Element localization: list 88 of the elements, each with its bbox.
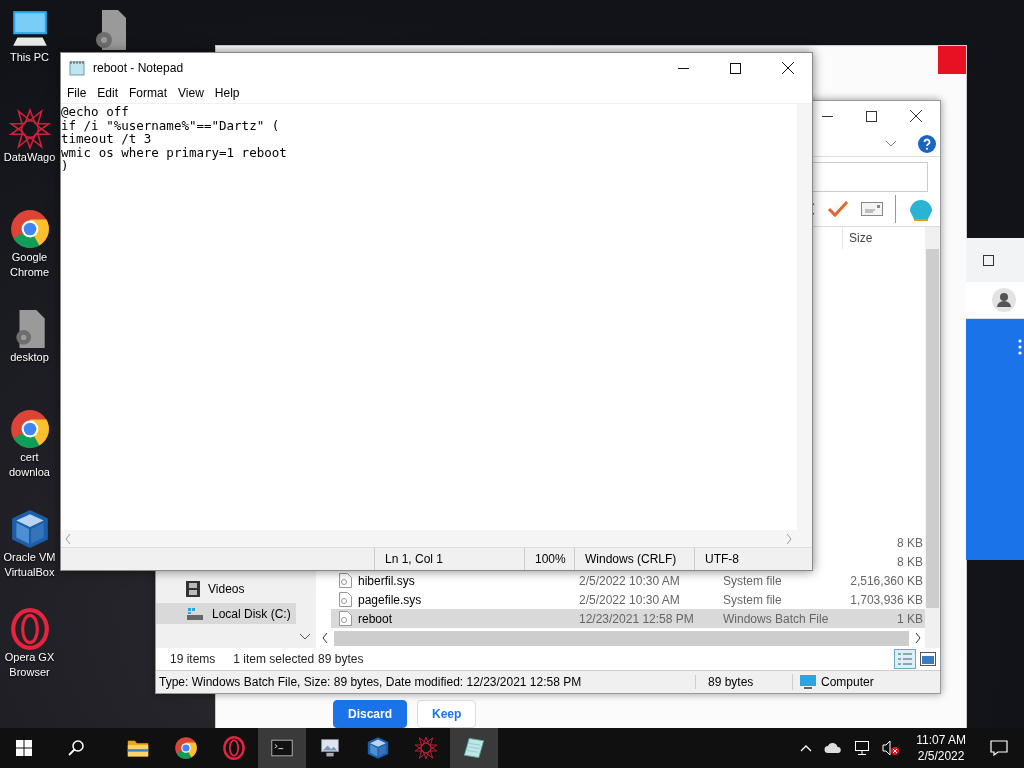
chrome-icon — [8, 208, 51, 250]
chevron-down-icon[interactable] — [300, 634, 310, 640]
taskbar-app[interactable] — [450, 728, 498, 768]
ring-logo-icon — [222, 736, 246, 760]
drive-icon — [186, 606, 204, 621]
file-type: System file — [723, 592, 782, 607]
status-text: UTF-8 — [694, 548, 812, 570]
vertical-scrollbar[interactable] — [925, 227, 940, 648]
cloud-icon[interactable] — [824, 742, 843, 754]
file-name: pagefile.sys — [358, 592, 422, 607]
dialog-button[interactable]: Discard — [333, 700, 408, 728]
desktop-icon-label[interactable]: Opera GX Browser — [0, 650, 59, 680]
scroll-right-icon[interactable] — [915, 633, 921, 643]
notepad-icon[interactable] — [462, 736, 486, 760]
menu-item[interactable]: File — [67, 86, 87, 100]
close-icon[interactable] — [910, 110, 922, 122]
item-count: 19 items — [170, 652, 216, 666]
dialog-button[interactable]: Keep — [417, 700, 477, 728]
file-row[interactable]: hiberfil.sys 2/5/2022 10:30 AM System file 2,516,360 KB — [331, 571, 925, 590]
more-menu-icon[interactable] — [1018, 339, 1022, 355]
file-row[interactable]: pagefile.sys 2/5/2022 10:30 AM System file 1,703,936 KB — [331, 590, 925, 609]
nav-item[interactable]: Videos — [156, 578, 296, 599]
vertical-scrollbar[interactable] — [797, 104, 812, 530]
windows-start-icon[interactable] — [16, 740, 32, 756]
details-location: Computer — [821, 675, 874, 689]
file-date: 12/23/2021 12:58 PM — [579, 611, 694, 626]
computer-icon — [799, 674, 817, 690]
desktop-icon-label[interactable]: desktop — [0, 350, 59, 365]
file-type: System file — [723, 573, 782, 588]
desktop-icon-label[interactable]: Oracle VM VirtualBox — [0, 550, 59, 580]
taskbar-clock[interactable]: 11:07 AM 2/5/2022 — [912, 732, 970, 764]
horizontal-scrollbar[interactable] — [334, 630, 909, 646]
notepad-icon — [69, 60, 85, 76]
file-size: 2,516,360 KB — [849, 573, 924, 588]
speaker-muted-icon[interactable] — [882, 740, 901, 756]
network-icon[interactable] — [854, 740, 871, 756]
menu-item[interactable]: View — [178, 86, 204, 100]
status-text: 100% — [524, 548, 574, 570]
cube-icon — [366, 736, 390, 760]
file-size: 1 KB — [896, 611, 924, 626]
chevron-up-icon[interactable] — [800, 744, 813, 752]
desktop-icon-label[interactable]: Google Chrome — [0, 250, 59, 280]
file-icon — [339, 592, 352, 607]
window-title: reboot - Notepad — [93, 61, 184, 75]
file-date: 2/5/2022 10:30 AM — [579, 573, 680, 588]
maximize-icon[interactable] — [730, 62, 741, 74]
text-editor[interactable]: @echo off if /i "%username%"=="Dartz" ( timeout /t 3 wmic os where primary=1 reboot ) — [61, 104, 797, 530]
selection-size: 89 bytes — [318, 652, 364, 666]
file-icon — [339, 611, 352, 626]
film-icon — [186, 580, 200, 597]
desktop-icon-label[interactable]: DataWago — [0, 150, 59, 165]
details-size: 89 bytes — [695, 675, 792, 689]
chrome-icon — [174, 736, 198, 760]
file-icon — [339, 573, 352, 588]
maximize-icon[interactable] — [983, 254, 994, 266]
selection-count: 1 item selected — [233, 652, 315, 666]
status-text: Ln 1, Col 1 — [374, 548, 524, 570]
help-icon[interactable] — [918, 134, 936, 153]
nav-item[interactable]: Local Disk (C:) — [156, 603, 296, 624]
star-logo-icon — [8, 108, 51, 150]
chrome-icon — [8, 408, 51, 450]
details-text: Type: Windows Batch File, Size: 89 bytes, Date modified: 12/23/2021 12:58 PM — [158, 675, 583, 689]
status-text: Windows (CRLF) — [574, 548, 694, 570]
menu-item[interactable]: Help — [214, 86, 240, 100]
file-row[interactable]: 8 KB — [814, 552, 925, 571]
desktop-icon-label[interactable]: This PC — [0, 50, 59, 65]
file-date: 2/5/2022 10:30 AM — [579, 592, 680, 607]
menu-item[interactable]: Edit — [97, 86, 119, 100]
menu-item[interactable]: Format — [129, 86, 168, 100]
file-name: reboot — [358, 611, 393, 626]
file-size: 1,703,936 KB — [849, 592, 924, 607]
desktop-icon-label[interactable]: cert downloa — [0, 450, 59, 480]
search-icon[interactable] — [68, 740, 84, 756]
chevron-down-icon[interactable] — [886, 140, 896, 147]
profile-avatar-icon[interactable] — [992, 288, 1016, 312]
maximize-icon[interactable] — [866, 110, 877, 122]
scroll-left-icon[interactable] — [322, 633, 328, 643]
file-row[interactable]: 8 KB — [814, 533, 925, 552]
checkmark-icon[interactable] — [827, 200, 849, 218]
file-type: Windows Batch File — [723, 611, 829, 626]
ring-logo-icon — [8, 608, 51, 650]
file-name: hiberfil.sys — [358, 573, 415, 588]
notification-icon[interactable] — [990, 740, 1008, 756]
star-logo-icon — [414, 736, 438, 760]
preview-pane-icon[interactable] — [920, 652, 936, 666]
close-icon[interactable] — [782, 62, 794, 74]
envelope-icon[interactable] — [861, 202, 883, 216]
file-row[interactable]: reboot 12/23/2021 12:58 PM Windows Batch File 1 KB — [331, 609, 925, 628]
